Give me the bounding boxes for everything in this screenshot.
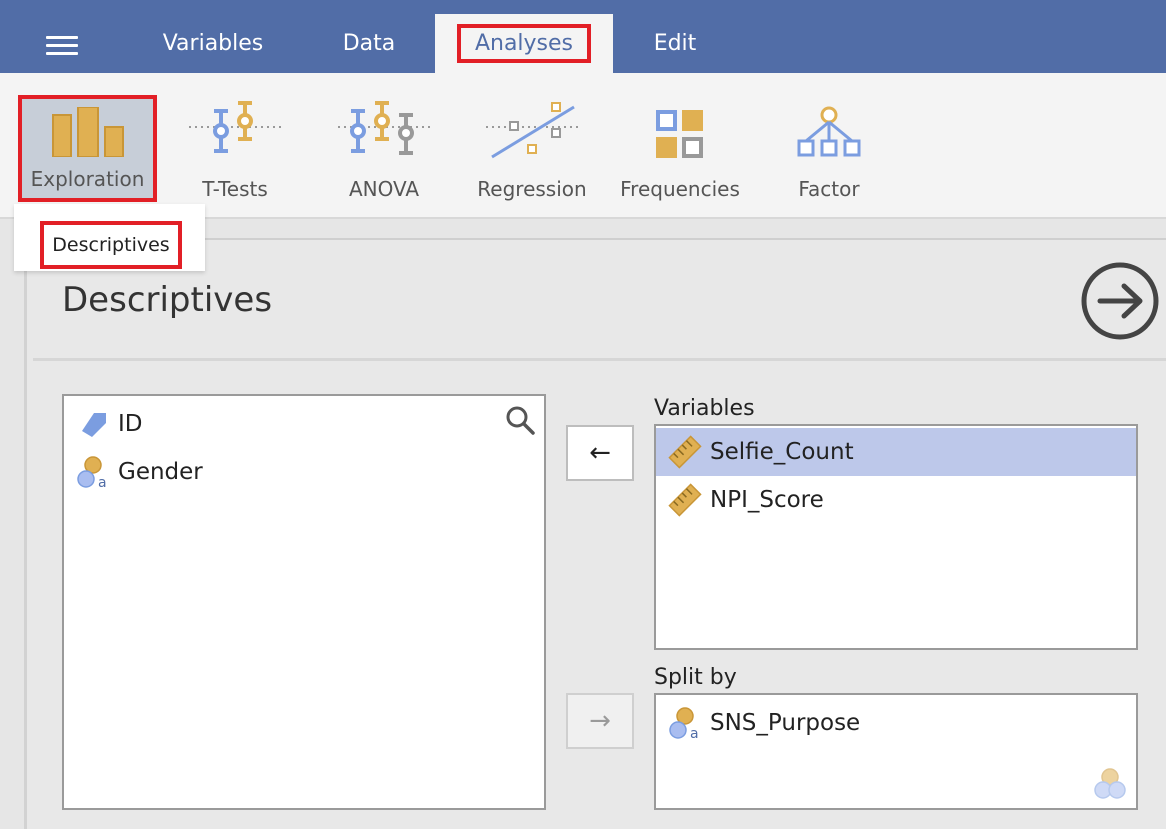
exploration-label: Exploration bbox=[30, 167, 145, 191]
t-tests-label: T-Tests bbox=[202, 177, 268, 201]
variables-target-list[interactable]: Selfie_Count NPI_Score bbox=[654, 424, 1138, 650]
variable-label: SNS_Purpose bbox=[710, 710, 861, 736]
anova-button[interactable]: ANOVA bbox=[334, 87, 434, 201]
tab-variables[interactable]: Variables bbox=[150, 14, 276, 73]
id-tag-icon bbox=[76, 407, 110, 441]
anova-icon bbox=[336, 91, 432, 161]
page-title: Descriptives bbox=[62, 280, 273, 320]
t-tests-icon bbox=[187, 91, 283, 161]
variable-label: Gender bbox=[118, 459, 203, 485]
list-item[interactable]: NPI_Score bbox=[656, 476, 1136, 524]
title-divider bbox=[33, 358, 1166, 361]
t-tests-button[interactable]: T-Tests bbox=[185, 87, 285, 201]
exploration-dropdown: Descriptives bbox=[14, 204, 205, 271]
factor-tree-icon bbox=[796, 91, 862, 161]
regression-label: Regression bbox=[477, 177, 587, 201]
variable-label: ID bbox=[118, 411, 143, 437]
tab-analyses-label: Analyses bbox=[456, 24, 592, 63]
move-right-button[interactable]: → bbox=[566, 693, 634, 749]
variable-label: Selfie_Count bbox=[710, 439, 854, 465]
frequencies-button[interactable]: Frequencies bbox=[618, 87, 742, 201]
list-item[interactable]: a SNS_Purpose bbox=[656, 699, 1136, 747]
ruler-icon bbox=[668, 483, 702, 517]
regression-icon bbox=[482, 91, 582, 161]
tab-analyses[interactable]: Analyses bbox=[435, 14, 613, 73]
list-item[interactable]: Selfie_Count bbox=[656, 428, 1136, 476]
anova-label: ANOVA bbox=[348, 177, 420, 201]
split-by-target-list[interactable]: a SNS_Purpose bbox=[654, 693, 1138, 810]
available-variables-list[interactable]: ID a Gender bbox=[62, 394, 546, 810]
ruler-icon bbox=[668, 435, 702, 469]
tab-variables-label: Variables bbox=[162, 31, 264, 56]
svg-text:a: a bbox=[98, 475, 107, 489]
factor-button[interactable]: Factor bbox=[786, 87, 872, 201]
variable-label: NPI_Score bbox=[710, 487, 824, 513]
list-item[interactable]: ID bbox=[64, 400, 544, 448]
variables-box-label: Variables bbox=[654, 396, 755, 421]
exploration-button[interactable]: Exploration bbox=[18, 95, 157, 202]
arrow-right-circle-icon[interactable] bbox=[1080, 261, 1160, 341]
frequencies-grid-icon bbox=[655, 91, 705, 161]
descriptives-menu-label: Descriptives bbox=[52, 234, 170, 256]
svg-text:a: a bbox=[690, 726, 699, 740]
arrow-left-icon: ← bbox=[589, 438, 611, 468]
factor-label: Factor bbox=[798, 177, 860, 201]
regression-button[interactable]: Regression bbox=[474, 87, 590, 201]
tab-data-label: Data bbox=[342, 31, 396, 56]
tab-edit[interactable]: Edit bbox=[636, 14, 714, 73]
top-tab-bar: Variables Data Analyses Edit bbox=[0, 0, 1166, 73]
descriptives-menu-item[interactable]: Descriptives bbox=[40, 221, 182, 269]
exploration-bars-icon bbox=[49, 103, 127, 157]
nominal-multi-icon bbox=[1092, 766, 1128, 800]
nominal-variable-icon: a bbox=[668, 706, 702, 740]
tab-data[interactable]: Data bbox=[320, 14, 418, 73]
hamburger-menu-icon[interactable] bbox=[46, 36, 78, 60]
tab-edit-label: Edit bbox=[653, 31, 697, 56]
analysis-ribbon: Exploration T-Tests ANOVA Regression Fre… bbox=[0, 73, 1166, 219]
move-left-button[interactable]: ← bbox=[566, 425, 634, 481]
frequencies-label: Frequencies bbox=[620, 177, 740, 201]
list-item[interactable]: a Gender bbox=[64, 448, 544, 496]
split-by-box-label: Split by bbox=[654, 665, 737, 690]
arrow-right-icon: → bbox=[589, 706, 611, 736]
nominal-variable-icon: a bbox=[76, 455, 110, 489]
